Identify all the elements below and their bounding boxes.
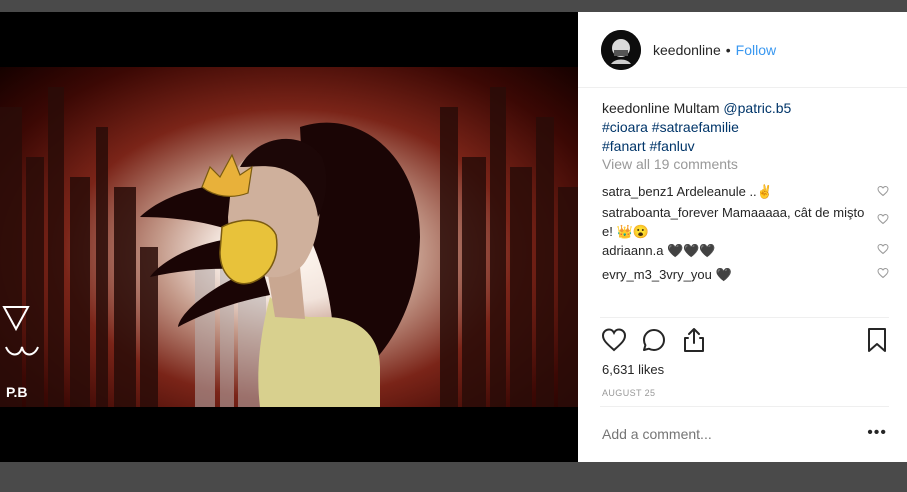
post-image[interactable]: P.B [0, 12, 578, 462]
comment-item: satraboanta_forever Mamaaaaa, cât de miş… [602, 203, 872, 241]
comment-like-heart-icon[interactable] [877, 213, 889, 225]
comment-like-heart-icon[interactable] [877, 243, 889, 255]
comment-text: satraboanta_forever Mamaaaaa, cât de miş… [602, 205, 865, 239]
caption-hashtags-line2[interactable]: #fanart #fanluv [602, 138, 695, 154]
background-feed-top [0, 0, 907, 12]
follow-button[interactable]: Follow [736, 42, 776, 58]
post-modal: P.B keedonline • Follow keedonline Multa… [0, 12, 907, 462]
fanart-drawing: P.B [0, 87, 578, 407]
save-bookmark-icon[interactable] [863, 326, 891, 354]
fanart-illustration: P.B [0, 67, 578, 407]
comment-item: evry_m3_3vry_you 🖤 [602, 265, 872, 284]
more-options-button[interactable]: ••• [867, 424, 887, 442]
avatar-image-icon [601, 29, 641, 70]
comment-like-heart-icon[interactable] [877, 267, 889, 279]
separator-dot: • [725, 41, 731, 58]
username-link[interactable]: keedonline [653, 42, 721, 58]
caption-hashtags-line1[interactable]: #cioara #satraefamilie [602, 119, 739, 135]
comment-item: satra_benz1 Ardeleanule ..✌ [602, 182, 872, 201]
post-header: keedonline • Follow [578, 12, 907, 88]
post-actions-bar [600, 326, 891, 356]
divider [600, 406, 889, 407]
comment-text: satra_benz1 Ardeleanule ..✌ [602, 184, 773, 199]
page: P.B keedonline • Follow keedonline Multa… [0, 0, 907, 492]
comment-text: adriaann.a 🖤🖤🖤 [602, 243, 716, 258]
share-upload-icon[interactable] [680, 326, 708, 354]
post-date[interactable]: AUGUST 25 [602, 388, 655, 398]
comment-like-heart-icon[interactable] [877, 185, 889, 197]
artist-signature: P.B [6, 384, 28, 400]
like-heart-icon[interactable] [600, 326, 628, 354]
comment-item: adriaann.a 🖤🖤🖤 [602, 241, 872, 260]
comment-text: evry_m3_3vry_you 🖤 [602, 267, 732, 282]
background-feed-bottom [0, 462, 907, 492]
header-text: keedonline • Follow [653, 42, 776, 58]
caption-username[interactable]: keedonline [602, 100, 670, 116]
likes-count[interactable]: 6,631 likes [602, 362, 664, 377]
divider [600, 317, 889, 318]
post-side-panel: keedonline • Follow keedonline Multam @p… [578, 12, 907, 462]
avatar[interactable] [601, 29, 641, 70]
view-all-comments-link[interactable]: View all 19 comments [602, 156, 738, 172]
add-comment-input[interactable] [602, 426, 842, 442]
comment-bubble-icon[interactable] [640, 326, 668, 354]
post-caption: keedonline Multam @patric.b5 #cioara #sa… [602, 99, 892, 156]
caption-mention-link[interactable]: @patric.b5 [723, 100, 791, 116]
caption-text: Multam [673, 100, 720, 116]
